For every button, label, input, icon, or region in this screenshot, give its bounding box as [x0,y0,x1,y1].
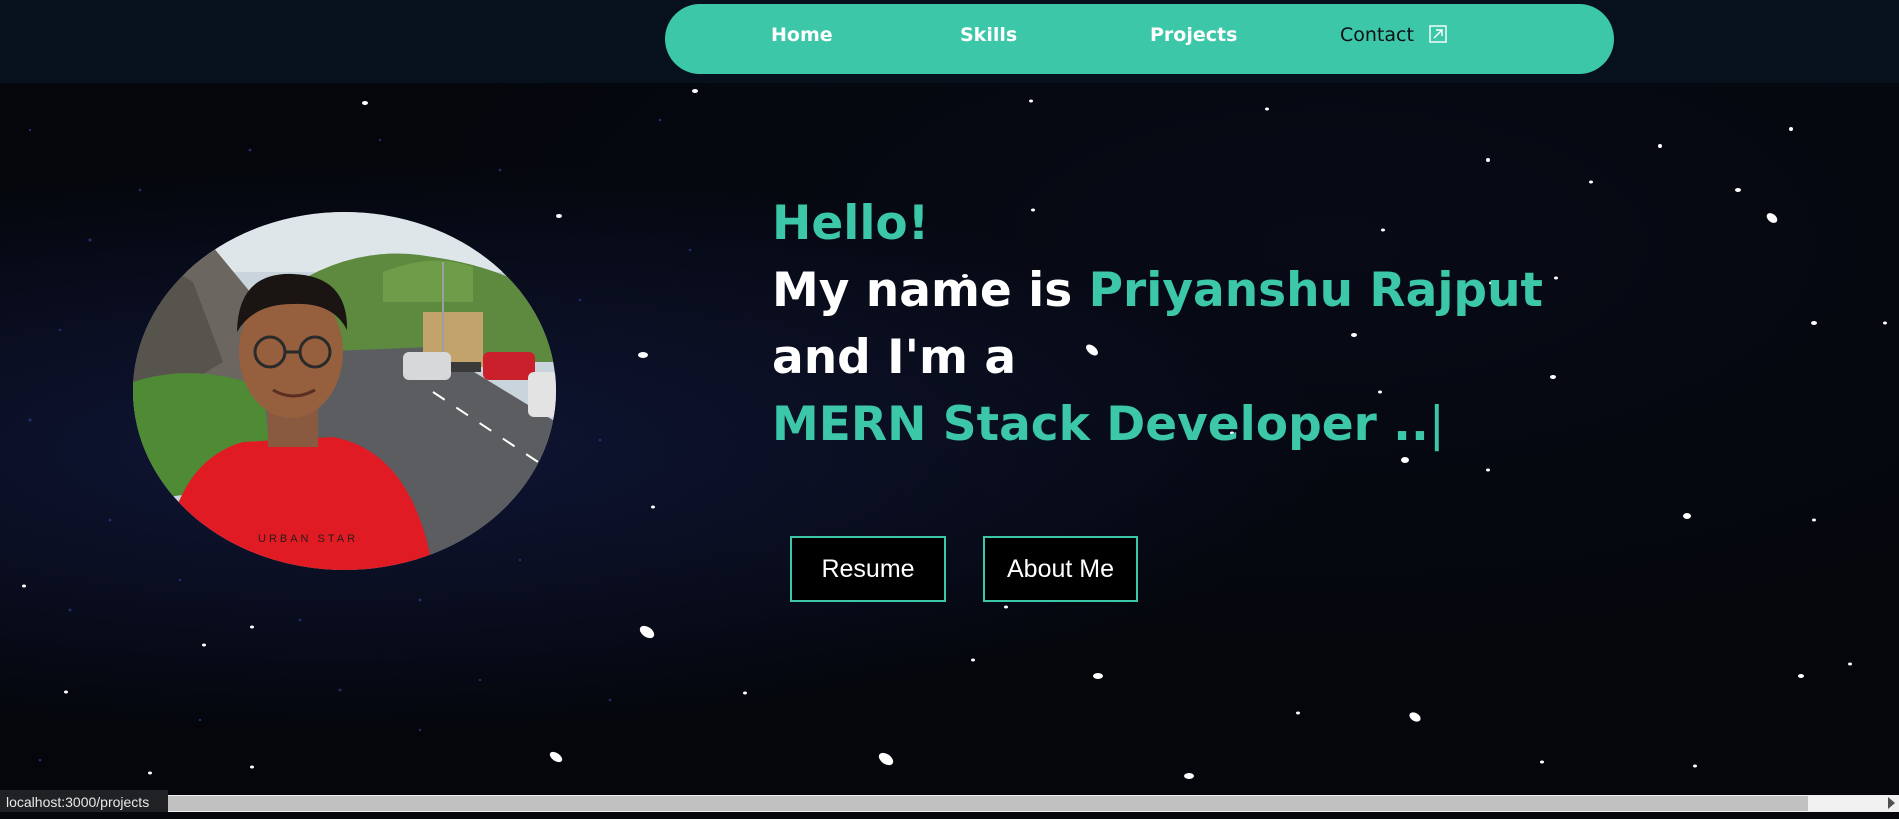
intro-text: My name is [772,263,1089,318]
scrollbar-thumb[interactable] [168,796,1808,811]
profile-photo: URBAN STAR [133,212,556,570]
name-text: Priyanshu Rajput [1088,263,1544,318]
greeting-text: Hello! [772,196,930,251]
nav-home-link[interactable]: Home [771,24,833,54]
hero-heading: Hello! My name is Priyanshu Rajput and I… [772,190,1543,458]
about-me-button[interactable]: About Me [983,536,1138,602]
scroll-right-arrow-icon[interactable] [1888,797,1895,809]
nav-projects-link[interactable]: Projects [1150,24,1237,54]
nav-skills-link[interactable]: Skills [960,24,1017,54]
nav-contact-link[interactable]: Contact [1340,24,1414,54]
typing-cursor: | [1428,397,1445,452]
intro-line3: and I'm a [772,330,1017,385]
horizontal-scrollbar[interactable] [168,795,1899,812]
resume-button[interactable]: Resume [790,536,946,602]
role-typing-text: MERN Stack Developer .. [772,397,1429,452]
external-link-icon[interactable] [1429,25,1447,43]
shirt-print: URBAN STAR [258,533,358,545]
top-nav-bar: Home Skills Projects Contact [0,0,1899,83]
